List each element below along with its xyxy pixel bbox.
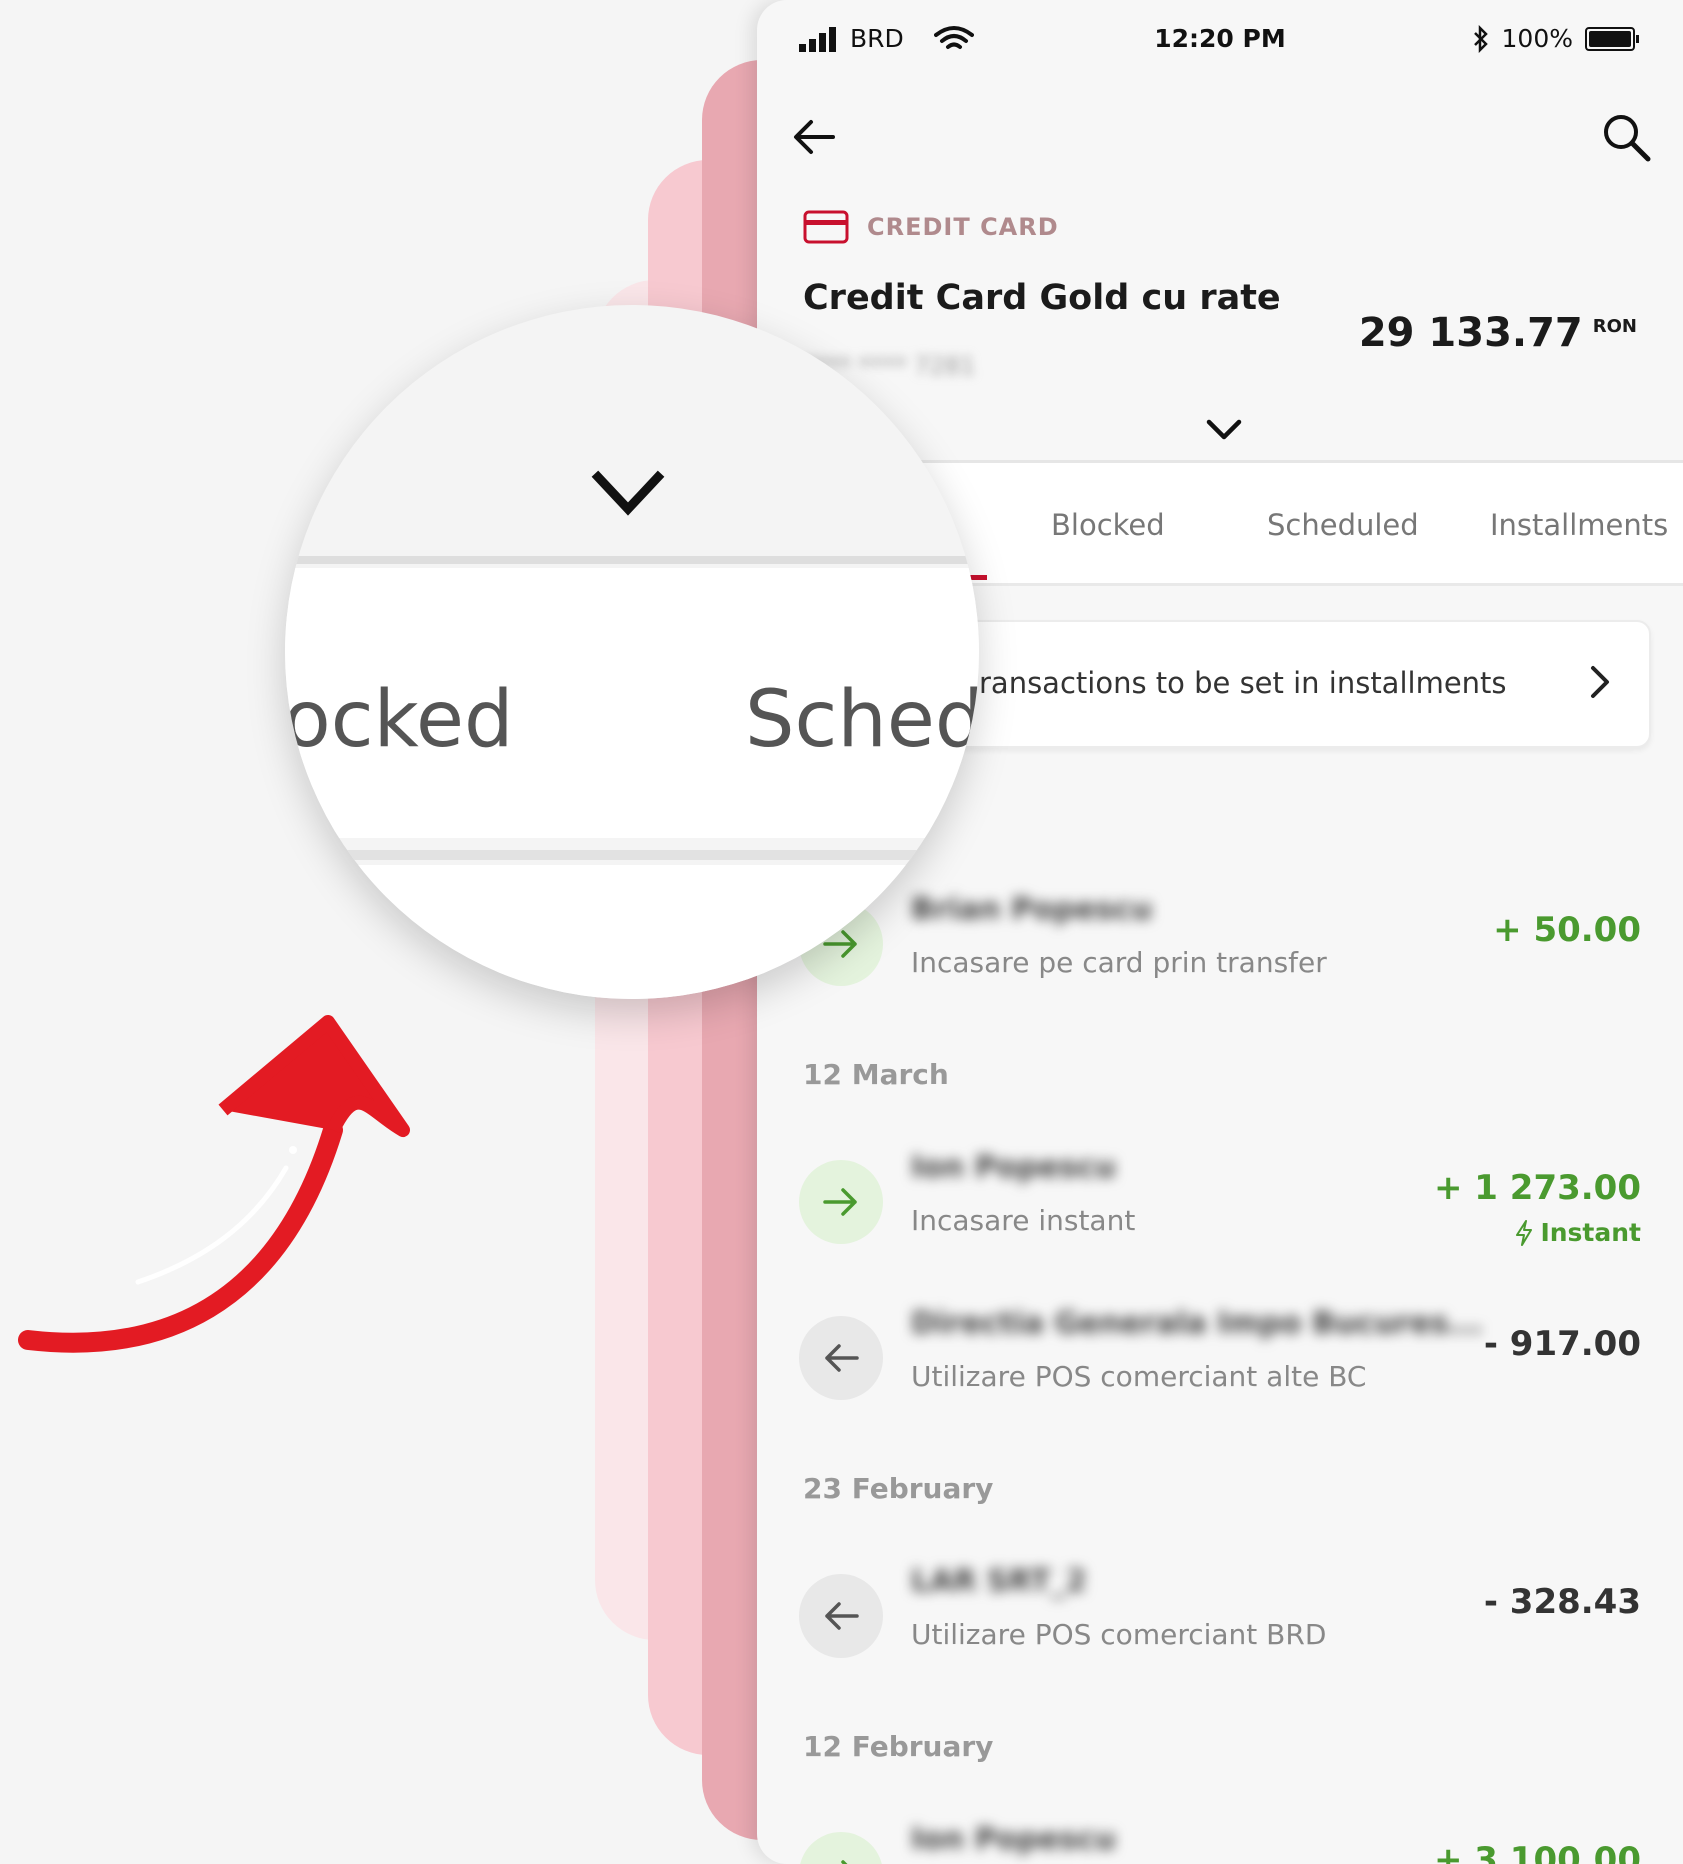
card-balance: 29 133.77 RON	[1359, 310, 1637, 356]
battery-percent: 100%	[1501, 24, 1573, 53]
transaction-description: Incasare instant	[911, 1204, 1136, 1237]
transaction-amount: + 3 100.00	[1433, 1840, 1641, 1864]
card-name: Credit Card Gold cu rate	[803, 278, 1281, 318]
transaction-description: Utilizare POS comerciant BRD	[911, 1618, 1327, 1651]
battery-icon	[1585, 26, 1639, 51]
credit-card-icon	[803, 210, 849, 244]
status-bar: BRD 12:20 PM 100%	[757, 0, 1683, 80]
transaction-amount: - 328.43	[1483, 1582, 1641, 1622]
outgoing-payment-icon	[799, 1316, 883, 1400]
banner-text: ransactions to be set in installments	[979, 666, 1507, 700]
search-icon[interactable]	[1599, 110, 1653, 164]
transaction-row[interactable]: Directia Generala Impo Bucures... Utiliz…	[757, 1306, 1683, 1436]
transaction-name: Directia Generala Impo Bucures...	[911, 1306, 1483, 1341]
balance-amount: 29 133.77	[1358, 310, 1583, 356]
magnifier-callout: ocked Schedu	[285, 305, 979, 999]
transaction-name: LAR SRT_2	[911, 1564, 1087, 1599]
magnified-tab-scheduled: Schedu	[745, 675, 979, 765]
magnifier-divider	[285, 556, 979, 564]
red-arrow-icon	[18, 1015, 410, 1353]
incoming-transfer-icon	[799, 1832, 883, 1864]
card-type-label: CREDIT CARD	[867, 213, 1059, 241]
date-header: 12 February	[803, 1730, 994, 1763]
incoming-transfer-icon	[799, 1160, 883, 1244]
tab-scheduled[interactable]: Scheduled	[1267, 508, 1419, 542]
balance-currency: RON	[1592, 316, 1637, 337]
transaction-name: Ion Popescu	[911, 1822, 1116, 1857]
transaction-description: Utilizare POS comerciant alte BC	[911, 1360, 1367, 1393]
instant-badge-label: Instant	[1540, 1218, 1641, 1247]
instant-badge: Instant	[1514, 1218, 1641, 1247]
outgoing-payment-icon	[799, 1574, 883, 1658]
tab-installments[interactable]: Installments	[1490, 508, 1668, 542]
card-type: CREDIT CARD	[803, 210, 1059, 244]
chevron-right-icon	[1591, 666, 1609, 698]
tab-blocked[interactable]: Blocked	[1051, 508, 1165, 542]
lightning-icon	[1516, 1219, 1533, 1246]
transaction-amount: + 50.00	[1493, 910, 1641, 950]
transaction-name: Ion Popescu	[911, 1150, 1116, 1185]
transaction-row[interactable]: Ion Popescu Incasare instant + 1 273.00 …	[757, 1150, 1683, 1280]
chevron-down-icon[interactable]	[1203, 414, 1245, 444]
magnified-tab-blocked: ocked	[285, 675, 514, 765]
transaction-row[interactable]: Ion Popescu + 3 100.00	[757, 1822, 1683, 1864]
transaction-amount: + 1 273.00	[1433, 1168, 1641, 1208]
back-arrow-icon[interactable]	[789, 112, 839, 162]
magnifier-divider	[285, 850, 979, 860]
bluetooth-icon	[1473, 24, 1488, 53]
chevron-down-icon	[591, 470, 665, 516]
transaction-row[interactable]: LAR SRT_2 Utilizare POS comerciant BRD -…	[757, 1564, 1683, 1694]
transaction-amount: - 917.00	[1483, 1324, 1641, 1364]
date-header: 23 February	[803, 1472, 994, 1505]
date-header: 12 March	[803, 1058, 949, 1091]
installments-banner[interactable]: ransactions to be set in installments	[877, 620, 1651, 748]
magnifier-content-area	[285, 865, 979, 999]
